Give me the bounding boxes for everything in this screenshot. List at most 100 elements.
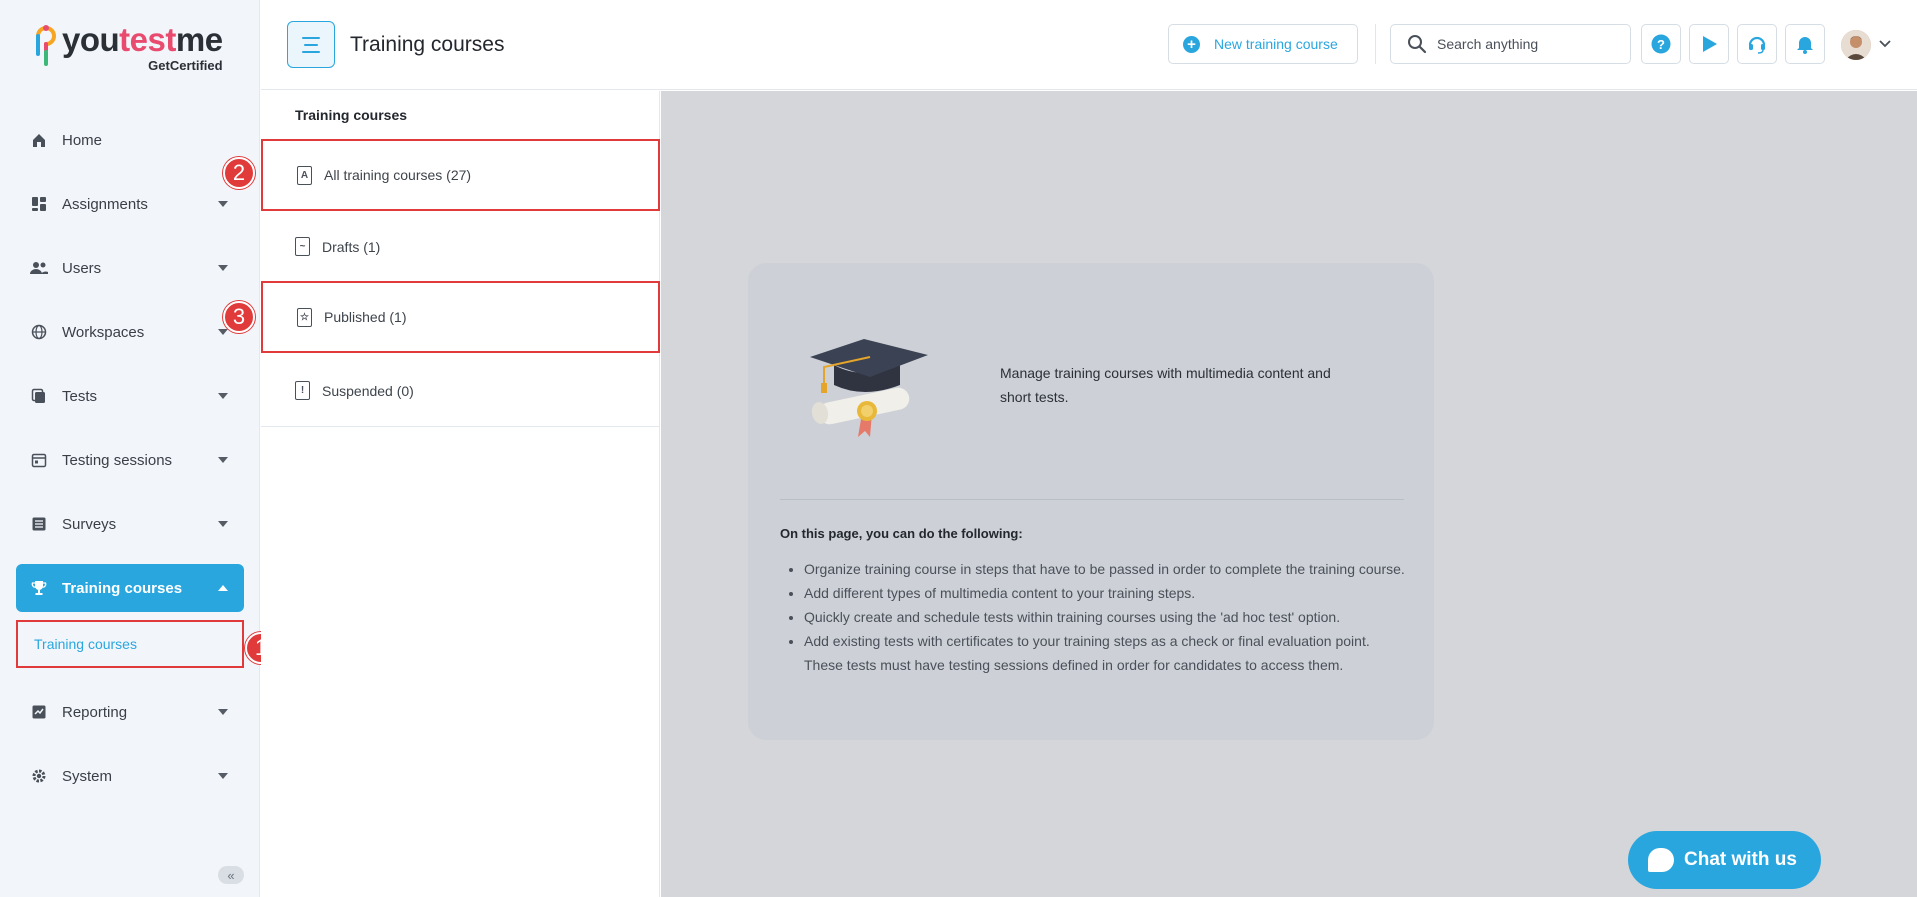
sidebar-item-label: Assignments <box>62 195 148 213</box>
play-tutorial-button[interactable] <box>1689 24 1729 64</box>
svg-text:?: ? <box>1657 37 1665 52</box>
sidebar-item-system[interactable]: System <box>16 752 244 800</box>
sidebar-item-workspaces[interactable]: Workspaces <box>16 308 244 356</box>
list-item-published[interactable]: ☆ Published (1) <box>261 281 660 353</box>
list-item-drafts[interactable]: ~ Drafts (1) <box>261 211 660 283</box>
search-input[interactable]: Search anything <box>1390 24 1631 64</box>
home-icon <box>30 131 48 149</box>
logo-mark-icon <box>34 22 58 72</box>
list-item: Quickly create and schedule tests within… <box>804 605 1410 629</box>
sidebar-item-label: Home <box>62 131 103 149</box>
help-button[interactable]: ? <box>1641 24 1681 64</box>
search-icon <box>1408 35 1427 54</box>
info-card: Manage training courses with multimedia … <box>748 263 1434 740</box>
chevron-down-icon <box>218 521 228 527</box>
search-placeholder: Search anything <box>1437 36 1539 52</box>
tests-icon <box>30 387 48 405</box>
youtestme-logo[interactable]: youtestme GetCertified <box>34 21 223 73</box>
sidebar-item-users[interactable]: Users <box>16 244 244 292</box>
card-subtitle: On this page, you can do the following: <box>780 526 1023 541</box>
logo-tagline: GetCertified <box>148 58 223 73</box>
chevron-down-icon <box>218 393 228 399</box>
headset-icon <box>1748 36 1766 54</box>
sidebar-item-surveys[interactable]: Surveys <box>16 500 244 548</box>
chevron-down-icon <box>218 457 228 463</box>
chat-bubble-icon <box>1648 848 1674 872</box>
chevron-down-icon <box>218 329 228 335</box>
top-header: Training courses + New training course S… <box>261 0 1917 90</box>
chevron-down-icon <box>218 201 228 207</box>
list-item-all-training-courses[interactable]: A All training courses (27) <box>261 139 660 211</box>
chevron-down-icon <box>218 709 228 715</box>
chevron-up-icon <box>218 585 228 591</box>
book-a-icon: A <box>297 165 312 185</box>
chat-label: Chat with us <box>1684 849 1797 870</box>
sidebar-item-training-courses[interactable]: Training courses <box>16 564 244 612</box>
hamburger-icon <box>302 36 320 39</box>
card-divider <box>780 499 1404 500</box>
sidebar-item-reporting[interactable]: Reporting <box>16 688 244 736</box>
card-bullet-list: Organize training course in steps that h… <box>780 557 1410 677</box>
notifications-button[interactable] <box>1785 24 1825 64</box>
list-item-label: All training courses (27) <box>324 167 472 183</box>
sidebar-item-label: Workspaces <box>62 323 145 341</box>
sidebar-item-label: Tests <box>62 387 98 405</box>
sidebar-item-label: Surveys <box>62 515 117 533</box>
menu-toggle-button[interactable] <box>287 21 335 68</box>
sidebar-item-tests[interactable]: Tests <box>16 372 244 420</box>
new-training-course-label: New training course <box>1214 36 1338 52</box>
sidebar-subitem-training-courses[interactable]: Training courses <box>16 620 244 668</box>
annotation-badge-3: 3 <box>223 301 255 333</box>
graduation-cap-icon <box>810 339 928 437</box>
play-icon <box>1703 36 1717 52</box>
sidebar-item-assignments[interactable]: Assignments <box>16 180 244 228</box>
bell-icon <box>1797 37 1813 54</box>
globe-icon <box>30 323 48 341</box>
collapse-sidebar-button[interactable]: « <box>218 866 244 884</box>
chevron-down-icon <box>218 773 228 779</box>
sidebar-item-label: Reporting <box>62 703 128 721</box>
list-icon <box>30 515 48 533</box>
sidebar-item-label: Users <box>62 259 102 277</box>
panel-title: Training courses <box>295 107 408 123</box>
logo-wordmark: youtestme <box>62 21 223 58</box>
training-courses-panel: Training courses A All training courses … <box>261 91 660 897</box>
sidebar-item-home[interactable]: Home <box>16 116 244 164</box>
chevron-down-icon <box>218 265 228 271</box>
annotation-badge-2: 2 <box>223 157 255 189</box>
sidebar-nav: Home Assignments Users Workspaces Tests … <box>16 116 244 816</box>
plus-icon: + <box>1183 35 1200 53</box>
main-content: Manage training courses with multimedia … <box>661 91 1917 897</box>
card-description: Manage training courses with multimedia … <box>1000 365 1331 405</box>
list-item-suspended[interactable]: ! Suspended (0) <box>261 355 660 427</box>
sidebar: youtestme GetCertified Home Assignments … <box>0 0 260 897</box>
help-icon: ? <box>1651 34 1671 54</box>
page-title: Training courses <box>350 33 505 56</box>
list-item: Organize training course in steps that h… <box>804 557 1410 581</box>
gear-icon <box>30 767 48 785</box>
book-activity-icon: ~ <box>295 237 310 256</box>
sidebar-item-label: Training courses <box>62 579 183 597</box>
chevron-down-icon[interactable] <box>1879 40 1891 48</box>
list-item-label: Published (1) <box>324 309 407 325</box>
chart-icon <box>30 703 48 721</box>
users-icon <box>30 259 48 277</box>
avatar-image <box>1841 30 1871 60</box>
calendar-icon <box>30 451 48 469</box>
dashboard-icon <box>30 195 48 213</box>
header-divider <box>1375 24 1376 64</box>
list-item: Add existing tests with certificates to … <box>804 629 1410 677</box>
new-training-course-button[interactable]: + New training course <box>1168 24 1358 64</box>
book-star-icon: ☆ <box>297 307 312 327</box>
book-alert-icon: ! <box>295 381 310 400</box>
sidebar-item-label: System <box>62 767 113 785</box>
trophy-icon <box>30 579 48 597</box>
chat-with-us-button[interactable]: Chat with us <box>1628 831 1821 889</box>
user-avatar[interactable] <box>1841 30 1871 60</box>
sidebar-item-testing-sessions[interactable]: Testing sessions <box>16 436 244 484</box>
list-item: Add different types of multimedia conten… <box>804 581 1410 605</box>
sidebar-item-label: Testing sessions <box>62 451 173 469</box>
list-item-label: Suspended (0) <box>322 382 414 399</box>
support-button[interactable] <box>1737 24 1777 64</box>
list-item-label: Drafts (1) <box>322 238 381 255</box>
